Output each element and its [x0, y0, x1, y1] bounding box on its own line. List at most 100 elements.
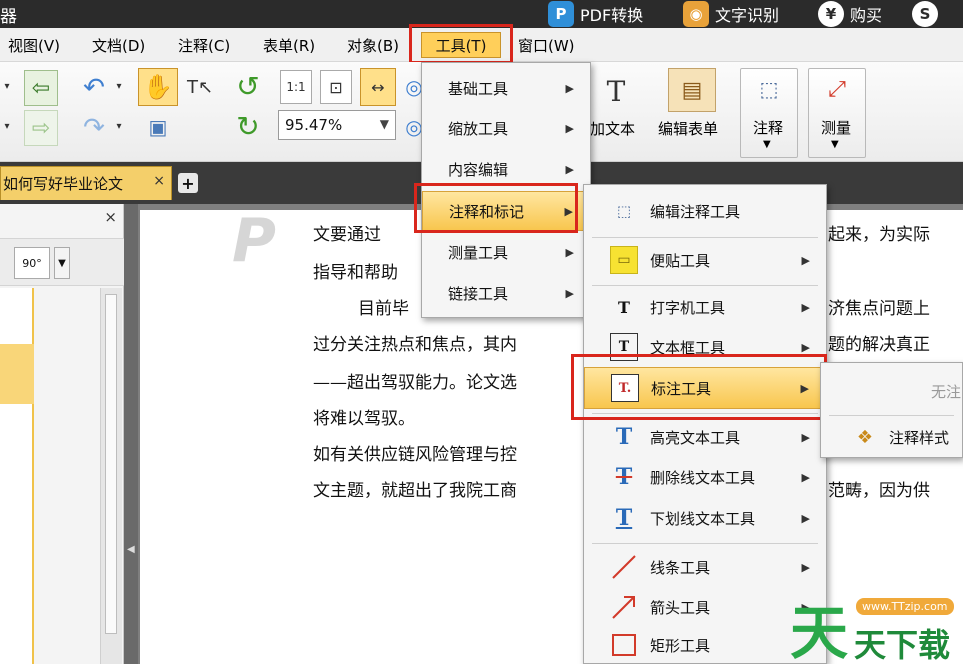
pdf-convert-button[interactable]: P PDF转换 [548, 0, 643, 28]
menu-item-basic-tools[interactable]: 基础工具 ▶ [422, 69, 590, 107]
menu-comment[interactable]: 注释(C) [178, 35, 230, 56]
menu-item-highlight-text[interactable]: T 高亮文本工具 ▶ [584, 417, 826, 457]
menu-item-link-tools[interactable]: 链接工具 ▶ [422, 273, 590, 313]
menu-item-label: 链接工具 [448, 284, 509, 303]
buy-label: 购买 [850, 6, 883, 25]
snapshot-icon[interactable]: ▣ [140, 112, 176, 142]
chevron-down-icon[interactable]: ▼ [54, 247, 70, 279]
no-annotation-label: 无注 [931, 383, 962, 401]
zoom-value: 95.47% [285, 116, 343, 134]
red-highlight-box [409, 24, 513, 64]
menu-separator [592, 543, 818, 544]
menu-item-annotation-style[interactable]: ❖ 注释样式 [821, 417, 962, 457]
prev-page-icon[interactable]: ⇦ [24, 70, 58, 106]
eye-icon: ◉ [683, 1, 709, 27]
menu-item-edit-annotation[interactable]: ⬚ 编辑注释工具 [584, 189, 826, 233]
fit-width-icon[interactable]: ↔ [360, 68, 396, 106]
chevron-right-icon: ▶ [565, 121, 574, 135]
menu-item-zoom-tools[interactable]: 缩放工具 ▶ [422, 109, 590, 147]
actual-size-button[interactable]: 1:1 [280, 70, 312, 104]
zoom-input[interactable]: 95.47% ▼ [278, 110, 396, 140]
chevron-right-icon: ▶ [565, 245, 574, 259]
hand-tool-icon[interactable]: ✋ [138, 68, 178, 106]
menu-item-label: 内容编辑 [448, 160, 509, 179]
add-text-icon[interactable]: T [596, 70, 636, 112]
menu-item-label: 注释样式 [889, 428, 950, 447]
chevron-right-icon: ▶ [801, 300, 810, 314]
close-icon[interactable]: × [153, 173, 165, 189]
menu-window[interactable]: 窗口(W) [518, 35, 575, 56]
rotate-cw-icon[interactable]: ↻ [230, 108, 266, 144]
menu-item-label: 便贴工具 [650, 251, 711, 270]
dropdown-arrow-icon[interactable]: ▾ [112, 116, 126, 136]
fit-page-icon[interactable]: ⊡ [320, 70, 352, 104]
add-tab-button[interactable]: + [178, 173, 198, 193]
doc-line: 过分关注热点和焦点，其内 [313, 335, 517, 355]
panel-scrollbar[interactable] [100, 288, 122, 664]
scrollbar-thumb[interactable] [105, 294, 117, 634]
doc-line: 文要通过 [313, 225, 381, 245]
document-tab[interactable]: 如何写好毕业论文 × [0, 166, 172, 200]
rotate-page-button[interactable]: 90° [14, 247, 50, 279]
logo-big-char: 天 [790, 599, 849, 664]
user-button[interactable]: S [912, 0, 944, 28]
doc-line: ——超出驾驭能力。论文选 [313, 373, 517, 393]
menu-item-measure-tools[interactable]: 测量工具 ▶ [422, 233, 590, 271]
undo-icon[interactable]: ↶ [74, 73, 114, 103]
menu-item-label: 测量工具 [448, 243, 509, 262]
edit-form-icon[interactable]: ▤ [668, 68, 716, 112]
menu-item-label: 删除线文本工具 [650, 468, 756, 487]
chevron-down-icon[interactable]: ▼ [380, 117, 389, 131]
menu-document[interactable]: 文档(D) [92, 35, 145, 56]
next-page-icon[interactable]: ⇨ [24, 110, 58, 146]
selected-thumbnail[interactable] [0, 344, 34, 404]
red-highlight-box [414, 183, 578, 233]
doc-line: 如有关供应链风险管理与控 [313, 445, 517, 465]
doc-line: 起来，为实际 [828, 225, 930, 245]
menu-item-underline-text[interactable]: T 下划线文本工具 ▶ [584, 497, 826, 539]
doc-line: 范畴，因为供 [828, 481, 930, 501]
sticky-note-icon: ▭ [610, 246, 638, 274]
close-icon[interactable]: × [104, 208, 117, 226]
edit-form-label[interactable]: 编辑表单 [658, 118, 718, 139]
underline-text-icon: T [615, 505, 633, 531]
chevron-left-icon[interactable]: ◀ [127, 544, 135, 555]
chevron-right-icon: ▶ [801, 253, 810, 267]
menu-form[interactable]: 表单(R) [263, 35, 315, 56]
menu-separator [592, 285, 818, 286]
menu-item-label: 线条工具 [650, 558, 711, 577]
buy-button[interactable]: ¥ 购买 [818, 0, 882, 28]
callout-submenu: 无注 ❖ 注释样式 [820, 362, 963, 458]
menu-object[interactable]: 对象(B) [347, 35, 399, 56]
dropdown-arrow-icon[interactable]: ▾ [112, 76, 126, 96]
menu-item-sticky-note[interactable]: ▭ 便贴工具 ▶ [584, 239, 826, 281]
red-highlight-box [571, 354, 827, 420]
redo-icon[interactable]: ↷ [74, 113, 114, 143]
ocr-button[interactable]: ◉ 文字识别 [683, 0, 779, 28]
menu-item-strikeout-text[interactable]: T 删除线文本工具 ▶ [584, 457, 826, 497]
menu-item-label: 箭头工具 [650, 598, 711, 617]
pdf-convert-icon: P [548, 1, 574, 27]
menu-item-line-tool[interactable]: 线条工具 ▶ [584, 547, 826, 587]
menu-item-typewriter[interactable]: T 打字机工具 ▶ [584, 287, 826, 327]
typewriter-icon: T [618, 297, 630, 317]
dropdown-arrow-icon[interactable]: ▾ [0, 116, 14, 136]
chevron-right-icon: ▶ [565, 162, 574, 176]
annotate-button[interactable]: ⬚ 注释 ▼ [740, 68, 798, 158]
logo-site-url: www.TTzip.com [856, 598, 954, 615]
menu-view[interactable]: 视图(V) [8, 35, 60, 56]
add-text-label[interactable]: 加文本 [590, 118, 635, 139]
dropdown-arrow-icon[interactable]: ▾ [0, 76, 14, 96]
chevron-down-icon: ▼ [831, 139, 839, 150]
page-watermark: P [232, 206, 276, 276]
arrow-icon [612, 596, 635, 619]
doc-line: 将难以驾驭。 [313, 409, 415, 429]
select-text-icon[interactable]: T↖ [182, 68, 218, 106]
measure-button[interactable]: ⤢ 测量 ▼ [808, 68, 866, 158]
rotate-ccw-icon[interactable]: ↺ [230, 68, 266, 104]
menu-item-label: 矩形工具 [650, 636, 711, 655]
doc-line: 文主题，就超出了我院工商 [313, 481, 517, 501]
menu-separator [829, 415, 954, 416]
measure-label: 测量 [821, 119, 852, 137]
site-watermark-logo: 天 www.TTzip.com 天下载 [788, 588, 963, 664]
